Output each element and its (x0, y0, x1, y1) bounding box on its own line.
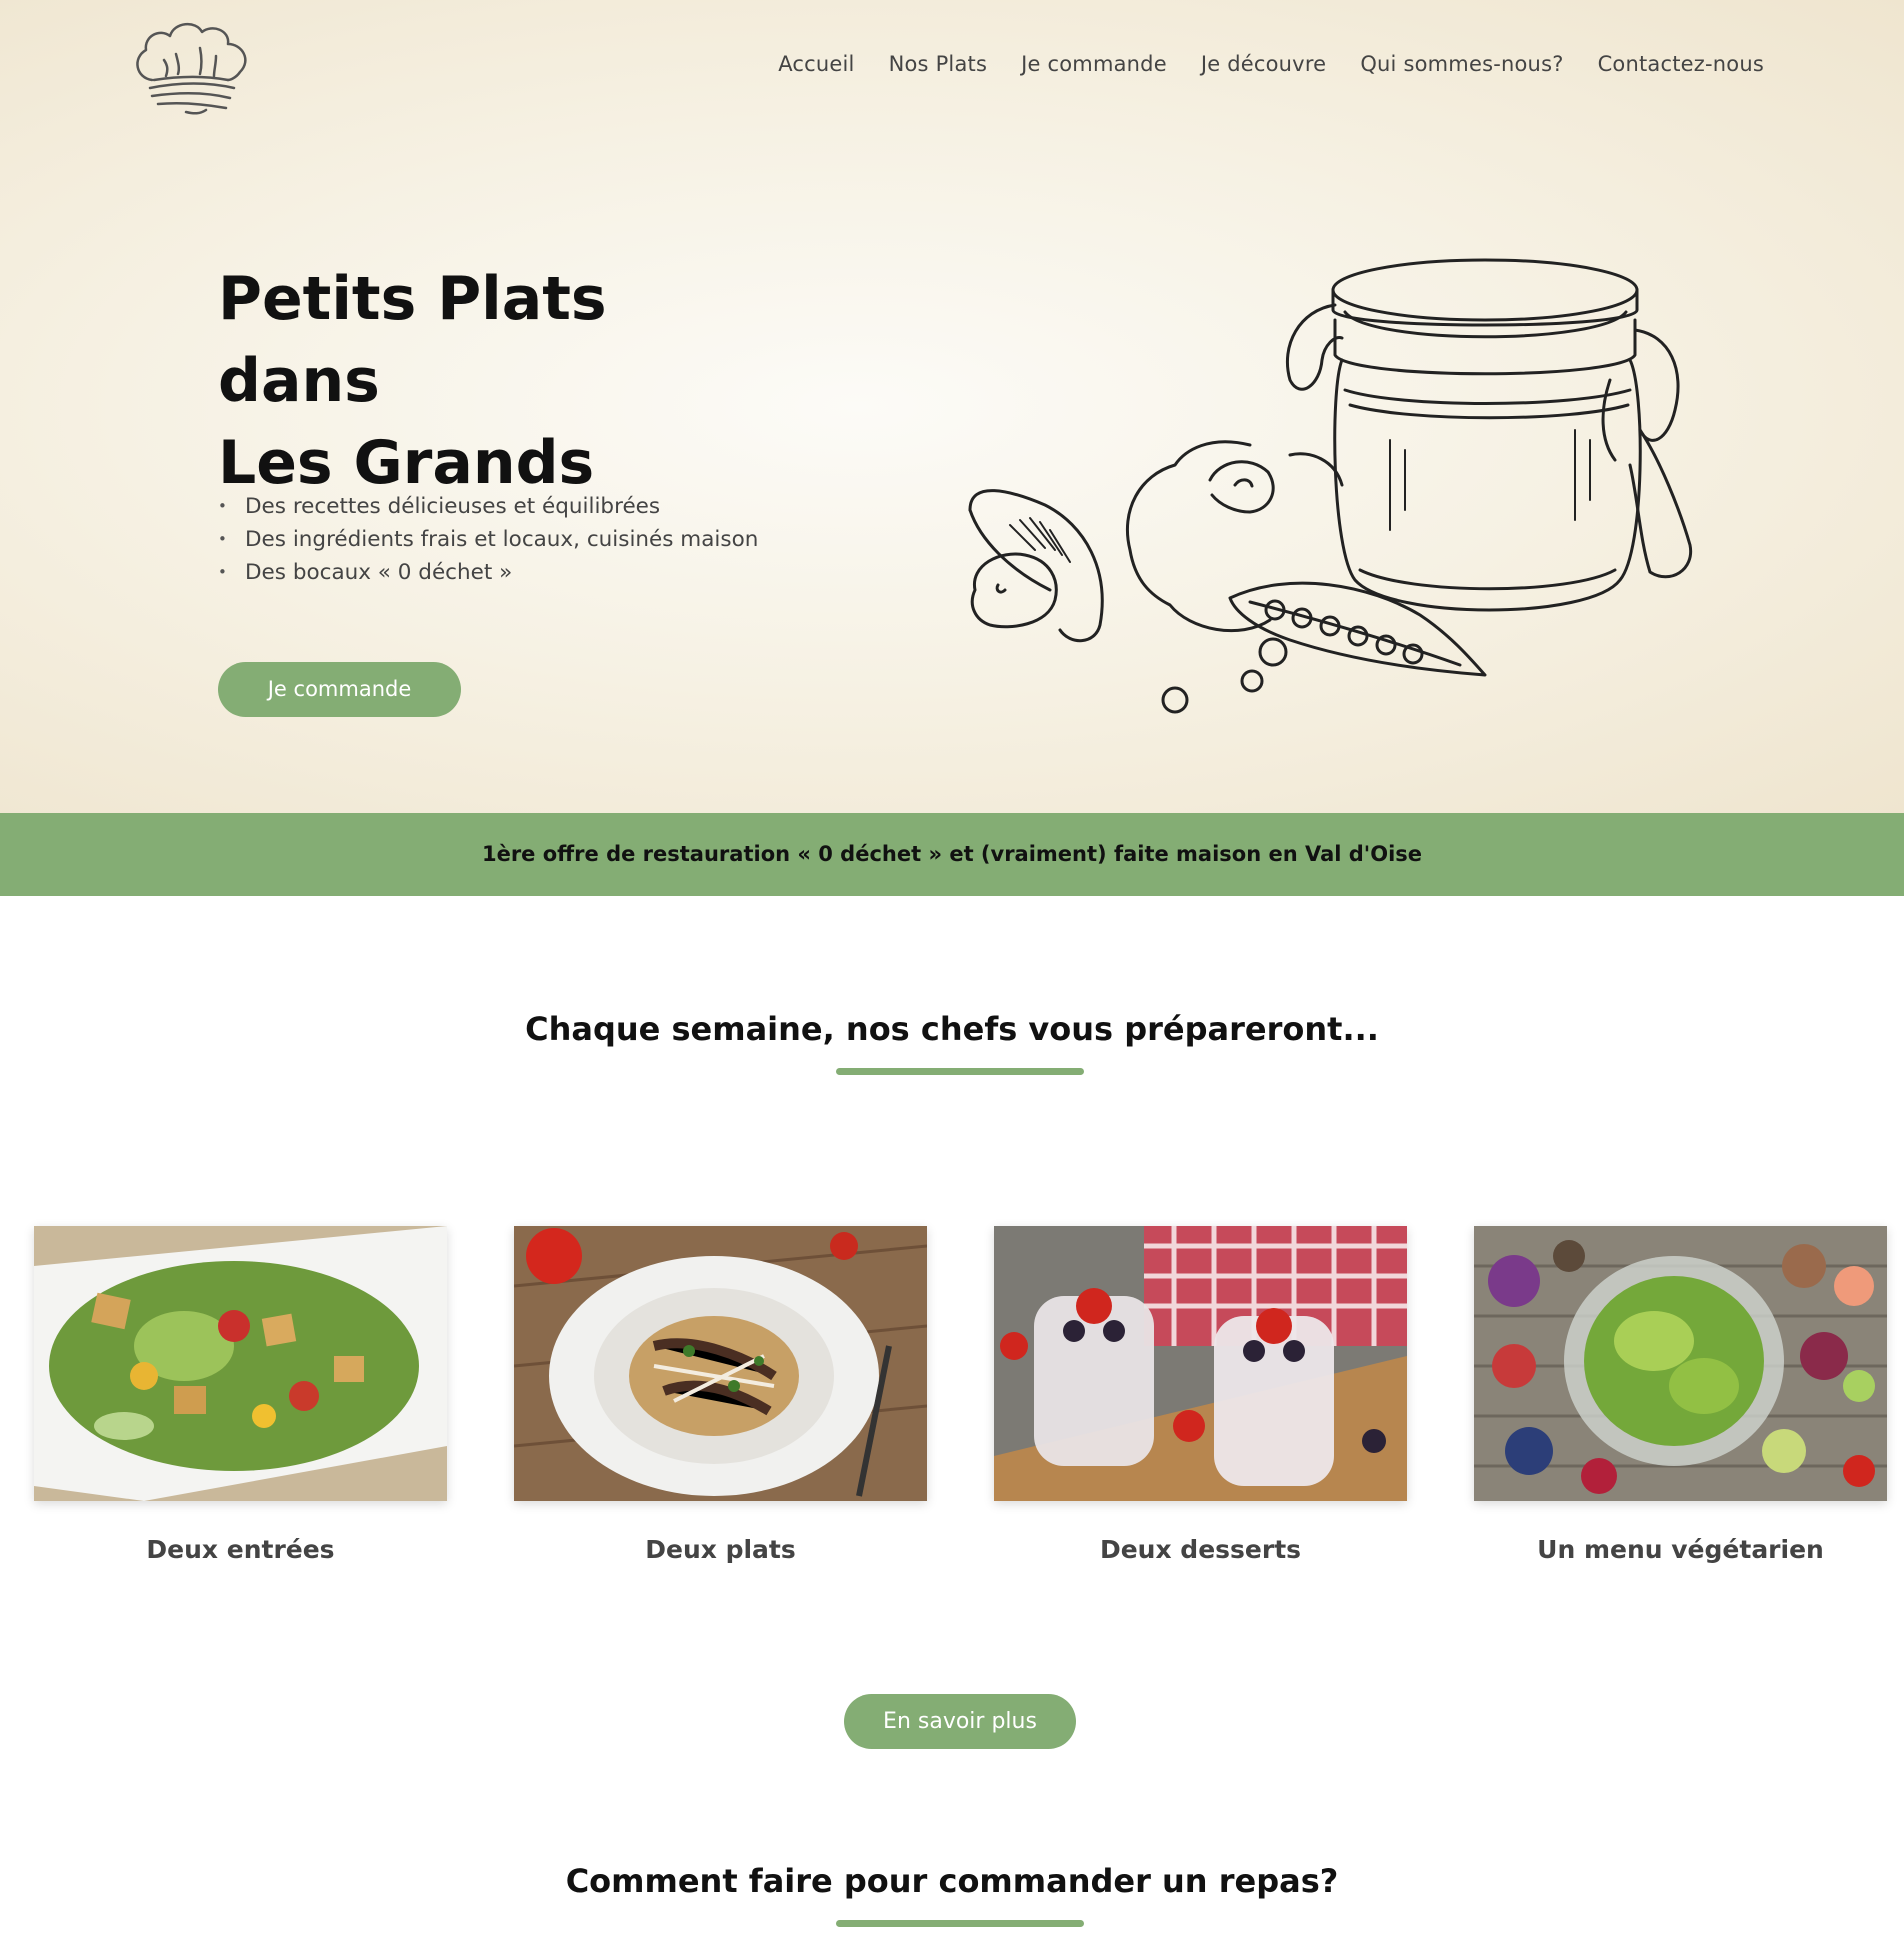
plats-photo (514, 1226, 927, 1501)
hero-title-line2: Les Grands (218, 428, 595, 498)
title-underline (836, 1920, 1084, 1927)
learn-more-button[interactable]: En savoir plus (844, 1694, 1076, 1749)
hero-section: Accueil Nos Plats Je commande Je découvr… (0, 0, 1904, 813)
card-caption: Deux desserts (1099, 1535, 1302, 1564)
title-underline (836, 1068, 1084, 1075)
desserts-photo (994, 1226, 1407, 1501)
hero-benefits-list: Des recettes délicieuses et équilibrées … (218, 490, 758, 589)
hero-title: Petits Plats dans Les Grands (218, 258, 778, 504)
card-caption: Deux plats (645, 1535, 796, 1564)
main-nav: Accueil Nos Plats Je commande Je découvr… (744, 52, 1764, 76)
nav-je-commande[interactable]: Je commande (1021, 52, 1167, 76)
order-button[interactable]: Je commande (218, 662, 461, 717)
order-section-title: Comment faire pour commander un repas? (565, 1862, 1339, 1900)
card-vegetarien[interactable]: Un menu végétarien (1474, 1226, 1887, 1564)
chef-hat-icon[interactable] (130, 18, 256, 118)
list-item: Des ingrédients frais et locaux, cuisiné… (218, 523, 758, 556)
value-banner: 1ère offre de restauration « 0 déchet » … (0, 813, 1904, 896)
card-entrees[interactable]: Deux entrées (34, 1226, 447, 1564)
vegetarien-photo (1474, 1226, 1887, 1501)
list-item: Des recettes délicieuses et équilibrées (218, 490, 758, 523)
card-desserts[interactable]: Deux desserts (994, 1226, 1407, 1564)
card-caption: Deux entrées (146, 1535, 335, 1564)
list-item: Des bocaux « 0 déchet » (218, 556, 758, 589)
entrees-photo (34, 1226, 447, 1501)
weekly-section-title: Chaque semaine, nos chefs vous préparero… (525, 1010, 1379, 1048)
nav-je-decouvre[interactable]: Je découvre (1201, 52, 1326, 76)
nav-accueil[interactable]: Accueil (778, 52, 854, 76)
card-plats[interactable]: Deux plats (514, 1226, 927, 1564)
nav-qui-sommes-nous[interactable]: Qui sommes-nous? (1360, 52, 1563, 76)
card-caption: Un menu végétarien (1537, 1535, 1824, 1564)
jar-vegetables-illustration (968, 258, 1693, 714)
hero-title-line1: Petits Plats dans (218, 264, 607, 416)
nav-nos-plats[interactable]: Nos Plats (889, 52, 988, 76)
nav-contactez-nous[interactable]: Contactez-nous (1598, 52, 1764, 76)
